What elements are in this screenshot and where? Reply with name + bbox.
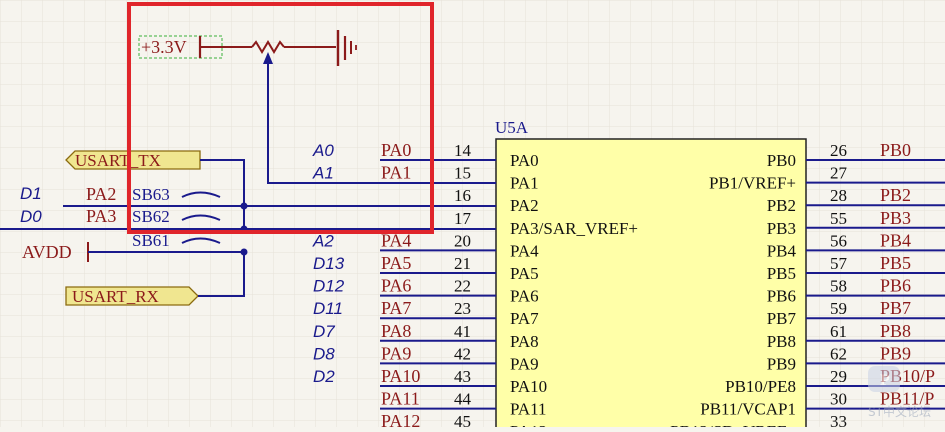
svg-text:P: P: [880, 372, 890, 389]
net-label-left: PA0: [381, 140, 411, 160]
signal-label: A0: [312, 141, 334, 160]
pin-number-right: 58: [830, 277, 847, 296]
pin-name-right: PB6: [767, 287, 796, 306]
sb62-label: SB62: [132, 207, 170, 226]
pa2-net: PA2: [86, 184, 116, 204]
usart-rx-label: USART_RX: [72, 287, 159, 306]
pin-number-left: 42: [454, 344, 471, 363]
net-label-left: PA9: [381, 343, 411, 363]
pin-number-left: 43: [454, 367, 471, 386]
pin-number-left: 17: [454, 209, 472, 228]
schematic-canvas: U5A PA0 14 PA0 A0 PA1 15 PA1 A1 PA2 16 PA3/SAR_VRE…: [0, 0, 945, 432]
pin-name-left: PA9: [510, 354, 539, 373]
pin-number-left: 44: [454, 390, 472, 409]
signal-label: A1: [312, 164, 334, 183]
pin-number-left: 21: [454, 254, 471, 273]
signal-label: D8: [313, 344, 335, 363]
pin-name-left: PA10: [510, 377, 547, 396]
pin-number-right: 55: [830, 209, 847, 228]
net-label-left: PA7: [381, 298, 411, 318]
net-label-left: PA10: [381, 366, 420, 386]
net-label-right: PB8: [880, 321, 911, 341]
pin-name-right: PB1/VREF+: [709, 174, 796, 193]
pin-number-right: 30: [830, 390, 847, 409]
power-label: +3.3V: [141, 37, 187, 57]
pin-name-left: PA8: [510, 332, 539, 351]
pin-number-left: 14: [454, 141, 472, 160]
net-label-right: PB7: [880, 298, 911, 318]
junction-dot: [240, 248, 248, 256]
pin-name-right: PB5: [767, 264, 796, 283]
pin-name-left: PA3/SAR_VREF+: [510, 219, 638, 238]
pin-number-right: 62: [830, 344, 847, 363]
d1-label: D1: [20, 184, 42, 203]
pin-name-left: PA2: [510, 196, 539, 215]
pin-name-left: PA11: [510, 400, 547, 419]
pin-number-left: 23: [454, 299, 471, 318]
pin-number-left: 20: [454, 231, 471, 250]
usart-tx-label: USART_TX: [75, 151, 161, 170]
net-label-right: PB6: [880, 276, 911, 296]
pin-number-left: 22: [454, 277, 471, 296]
pin-name-right: PB11/VCAP1: [700, 400, 796, 419]
net-label-right: PB2: [880, 185, 911, 205]
watermark-text: ST中文论坛: [868, 404, 931, 419]
pin-number-right: 57: [830, 254, 848, 273]
pin-name-right: PB12/SD_VREF+: [670, 422, 796, 427]
pin-number-left: 15: [454, 164, 471, 183]
net-label-right: PB0: [880, 140, 911, 160]
pin-name-left: PA6: [510, 287, 539, 306]
pin-number-right: 26: [830, 141, 847, 160]
pin-name-right: PB7: [767, 309, 797, 328]
pin-number-right: 29: [830, 367, 847, 386]
net-label-left: PA8: [381, 321, 411, 341]
pin-name-left: PA5: [510, 264, 539, 283]
pin-name-left: PA4: [510, 241, 539, 260]
pin-number-left: 41: [454, 322, 471, 341]
signal-label: D7: [313, 322, 335, 341]
avdd-label: AVDD: [22, 242, 72, 262]
pin-number-left: 45: [454, 412, 471, 427]
pin-name-right: PB4: [767, 241, 797, 260]
pin-name-left: PA12: [510, 422, 547, 427]
net-label-left: PA5: [381, 253, 411, 273]
pin-name-right: PB3: [767, 219, 796, 238]
signal-label: D13: [313, 254, 345, 273]
net-label-right: PB3: [880, 208, 911, 228]
pin-name-left: PA0: [510, 151, 539, 170]
pin-name-right: PB2: [767, 196, 796, 215]
d0-label: D0: [20, 207, 42, 226]
net-label-left: PA1: [381, 163, 411, 183]
signal-label: A2: [312, 231, 334, 250]
junction-dot: [240, 202, 248, 210]
pin-number-right: 56: [830, 231, 847, 250]
pin-number-right: 59: [830, 299, 847, 318]
pin-name-left: PA1: [510, 174, 539, 193]
pin-name-left: PA7: [510, 309, 539, 328]
pin-number-right: 33: [830, 412, 847, 427]
net-label-left: PA6: [381, 276, 411, 296]
pin-number-right: 61: [830, 322, 847, 341]
signal-label: D12: [313, 277, 345, 296]
pin-number-right: 27: [830, 164, 848, 183]
pin-number-left: 16: [454, 186, 471, 205]
pin-name-right: PB0: [767, 151, 796, 170]
net-label-left: PA11: [381, 389, 420, 409]
net-label-right: PB4: [880, 230, 911, 250]
pin-name-right: PB10/PE8: [725, 377, 796, 396]
net-label-right: PB9: [880, 343, 911, 363]
signal-label: D11: [313, 299, 343, 318]
pin-number-right: 28: [830, 186, 847, 205]
net-label-left: PA12: [381, 411, 420, 427]
net-label-right: PB5: [880, 253, 911, 273]
pa3-net: PA3: [86, 206, 116, 226]
pin-name-right: PB9: [767, 354, 796, 373]
signal-label: D2: [313, 367, 335, 386]
component-designator: U5A: [495, 118, 529, 137]
pin-name-right: PB8: [767, 332, 796, 351]
sb63-label: SB63: [132, 185, 170, 204]
